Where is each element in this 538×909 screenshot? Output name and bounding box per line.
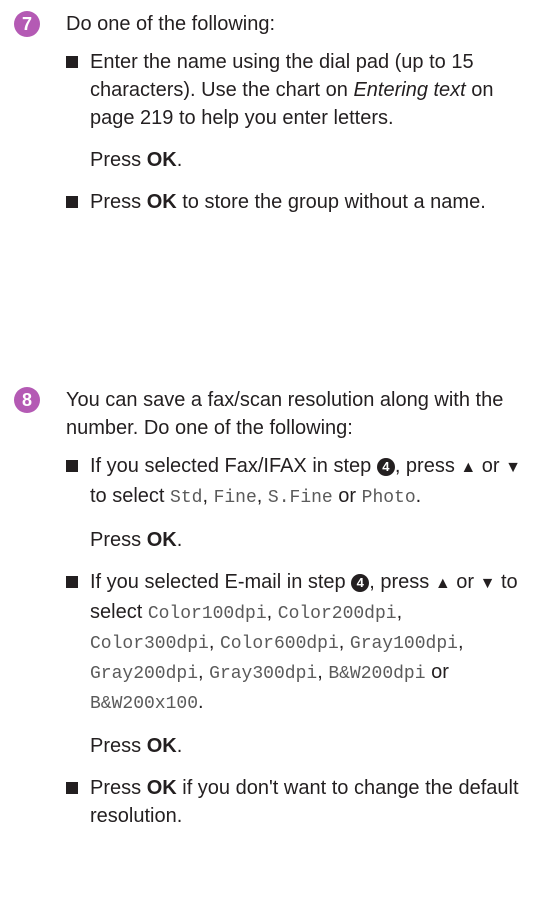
option-resolution: Color200dpi <box>277 604 397 624</box>
bullet-square-icon <box>66 460 78 472</box>
down-arrow-icon: ▼ <box>505 459 521 476</box>
up-arrow-icon: ▲ <box>434 575 451 592</box>
step-7: 7 Do one of the following: Enter the nam… <box>14 10 530 230</box>
list-item: If you selected Fax/IFAX in step 4, pres… <box>66 452 530 554</box>
ok-key: OK <box>146 191 177 213</box>
down-arrow-icon: ▼ <box>479 575 496 592</box>
option-resolution: Gray200dpi <box>90 664 199 684</box>
option-resolution: Color300dpi <box>90 634 209 654</box>
option-photo: Photo <box>361 488 416 508</box>
bullet-square-icon <box>66 56 78 68</box>
step-instruction: Do one of the following: <box>66 13 276 35</box>
press-ok-line: Press OK. <box>90 735 183 757</box>
ok-key: OK <box>146 529 177 551</box>
bullet-text: If you selected Fax/IFAX in step 4, pres… <box>90 455 521 508</box>
step-instruction: You can save a fax/scan resolution along… <box>66 389 504 439</box>
step-8: 8 You can save a fax/scan resolution alo… <box>14 386 530 844</box>
list-item: Enter the name using the dial pad (up to… <box>66 48 530 174</box>
bullet-square-icon <box>66 576 78 588</box>
option-resolution: Gray100dpi <box>349 634 458 654</box>
list-item: Press OK to store the group without a na… <box>66 188 530 216</box>
step-number-badge: 8 <box>14 387 40 413</box>
bullet-text: Enter the name using the dial pad (up to… <box>90 51 494 129</box>
bullet-list: If you selected Fax/IFAX in step 4, pres… <box>66 452 530 830</box>
cross-reference: Entering text <box>353 79 466 101</box>
option-resolution: Color100dpi <box>147 604 267 624</box>
step-number-badge: 7 <box>14 11 40 37</box>
option-resolution: B&W200dpi <box>328 664 426 684</box>
ok-key: OK <box>146 149 177 171</box>
bullet-list: Enter the name using the dial pad (up to… <box>66 48 530 216</box>
bullet-text: Press OK if you don't want to change the… <box>90 777 519 827</box>
option-sfine: S.Fine <box>267 488 333 508</box>
option-resolution: Color600dpi <box>219 634 339 654</box>
list-item: Press OK if you don't want to change the… <box>66 774 530 830</box>
ok-key: OK <box>146 735 177 757</box>
option-resolution: B&W200x100 <box>90 694 199 714</box>
bullet-text: If you selected E-mail in step 4, press … <box>90 571 518 714</box>
step-reference-badge: 4 <box>376 458 395 476</box>
bullet-text: Press OK to store the group without a na… <box>90 191 486 213</box>
up-arrow-icon: ▲ <box>460 459 477 476</box>
option-fine: Fine <box>213 488 257 508</box>
ok-key: OK <box>146 777 177 799</box>
step-reference-badge: 4 <box>351 574 370 592</box>
list-item: If you selected E-mail in step 4, press … <box>66 568 530 760</box>
option-std: Std <box>170 488 203 508</box>
press-ok-line: Press OK. <box>90 149 183 171</box>
press-ok-line: Press OK. <box>90 529 183 551</box>
bullet-square-icon <box>66 782 78 794</box>
bullet-square-icon <box>66 196 78 208</box>
option-resolution: Gray300dpi <box>209 664 318 684</box>
